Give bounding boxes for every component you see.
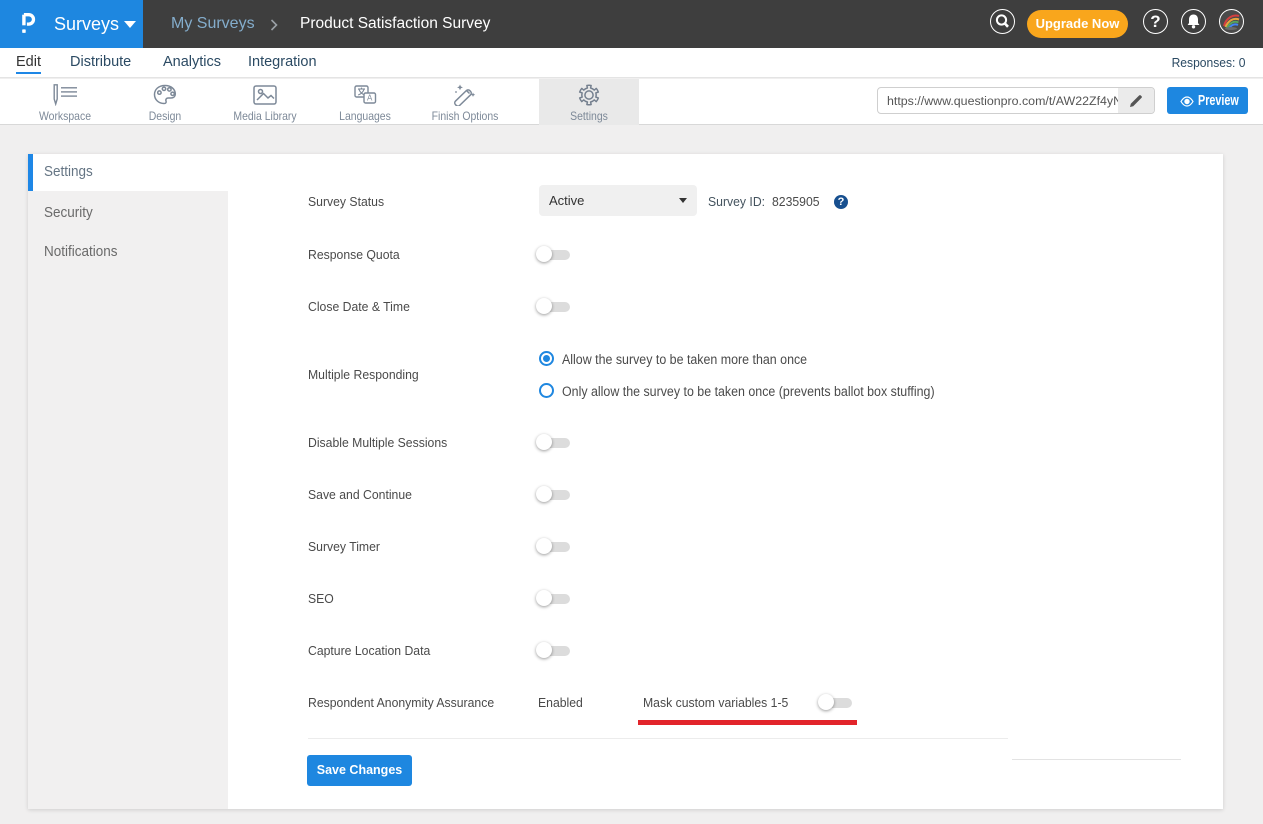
svg-text:A: A — [367, 94, 373, 103]
